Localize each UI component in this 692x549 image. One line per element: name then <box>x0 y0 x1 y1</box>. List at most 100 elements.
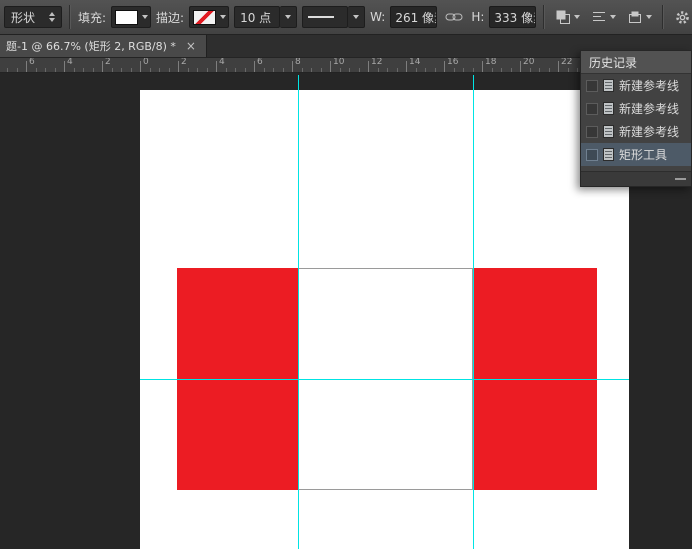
path-operations-button[interactable] <box>552 7 583 27</box>
chevron-down-icon <box>574 15 580 19</box>
vertical-guide[interactable] <box>473 75 474 549</box>
history-panel-bottom-bar <box>581 171 691 186</box>
history-state-icon <box>603 102 614 115</box>
ruler-tick <box>558 61 559 72</box>
link-dimensions-button[interactable] <box>442 10 466 24</box>
ruler-tick <box>530 68 531 72</box>
stroke-none-swatch <box>193 10 216 25</box>
stroke-type-field[interactable] <box>302 6 348 28</box>
ruler-tick <box>131 68 132 72</box>
path-alignment-button[interactable] <box>588 7 619 27</box>
ruler-tick <box>169 68 170 72</box>
ruler-tick <box>444 61 445 72</box>
height-value: 333 像素 <box>494 9 536 26</box>
ruler-tick <box>397 68 398 72</box>
height-input[interactable]: 333 像素 <box>489 6 536 28</box>
history-source-well[interactable] <box>586 126 598 138</box>
history-source-well[interactable] <box>586 149 598 161</box>
chevron-down-icon <box>142 15 148 19</box>
ruler-tick <box>178 61 179 72</box>
ruler-tick <box>511 68 512 72</box>
ruler-tick <box>520 61 521 72</box>
path-operations-icon <box>555 9 571 25</box>
ruler-tick <box>83 68 84 72</box>
ruler-tick <box>45 68 46 72</box>
ruler-number: 22 <box>561 57 572 67</box>
ruler-number: 16 <box>447 57 458 67</box>
history-state-icon <box>603 125 614 138</box>
ruler-tick <box>36 68 37 72</box>
stroke-width-value: 10 点 <box>240 9 271 26</box>
ruler-tick <box>378 68 379 72</box>
stroke-width-dropdown-button[interactable] <box>280 6 297 28</box>
stroke-width-field[interactable]: 10 点 <box>234 6 280 28</box>
ruler-tick <box>226 68 227 72</box>
horizontal-guide[interactable] <box>140 379 629 380</box>
stroke-type-dropdown-button[interactable] <box>348 6 365 28</box>
path-alignment-icon <box>591 9 607 25</box>
ruler-tick <box>159 68 160 72</box>
fill-label: 填充: <box>78 9 106 26</box>
ruler-tick <box>454 68 455 72</box>
history-state-icon <box>603 79 614 92</box>
document-tab[interactable]: 题-1 @ 66.7% (矩形 2, RGB/8) * × <box>0 35 207 57</box>
history-item[interactable]: 矩形工具 <box>581 143 691 166</box>
ruler-tick <box>254 61 255 72</box>
tab-close-button[interactable]: × <box>186 40 196 52</box>
stroke-color-button[interactable] <box>189 6 229 28</box>
ruler-number: 12 <box>371 57 382 67</box>
ruler-tick <box>311 68 312 72</box>
history-source-well[interactable] <box>586 80 598 92</box>
ruler-tick <box>102 61 103 72</box>
ruler-tick <box>74 68 75 72</box>
fill-color-button[interactable] <box>111 6 151 28</box>
shape-settings-button[interactable] <box>671 7 692 28</box>
history-item[interactable]: 新建参考线 <box>581 74 691 97</box>
history-panel: 历史记录 新建参考线 新建参考线 新建参考线 矩形工具 <box>580 50 692 187</box>
ruler-number: 10 <box>333 57 344 67</box>
ruler-tick <box>435 68 436 72</box>
ruler-tick <box>121 68 122 72</box>
history-panel-header[interactable]: 历史记录 <box>581 51 691 74</box>
chevron-down-icon <box>220 15 226 19</box>
history-item[interactable]: 新建参考线 <box>581 97 691 120</box>
ruler-number: 2 <box>105 57 111 67</box>
ruler-number: 20 <box>523 57 534 67</box>
width-label: W: <box>370 10 385 24</box>
history-item-label: 矩形工具 <box>619 146 667 163</box>
ruler-tick <box>235 68 236 72</box>
options-bar: 形状 填充: 描边: 10 点 <box>0 0 692 35</box>
vertical-guide[interactable] <box>298 75 299 549</box>
photoshop-window: 形状 填充: 描边: 10 点 <box>0 0 692 549</box>
ruler-tick <box>473 68 474 72</box>
updown-arrows-icon <box>49 12 55 22</box>
gear-icon <box>674 9 691 26</box>
separator <box>543 5 545 29</box>
document-tab-title: 题-1 @ 66.7% (矩形 2, RGB/8) * <box>6 38 176 54</box>
ruler-tick <box>549 68 550 72</box>
history-item[interactable]: 新建参考线 <box>581 120 691 143</box>
ruler-tick <box>150 68 151 72</box>
ruler-tick <box>17 68 18 72</box>
resize-grip[interactable] <box>675 178 686 180</box>
path-arrangement-icon <box>627 9 643 25</box>
ruler-number: 6 <box>257 57 263 67</box>
ruler-tick <box>216 61 217 72</box>
ruler-tick <box>292 61 293 72</box>
ruler-tick <box>264 68 265 72</box>
history-source-well[interactable] <box>586 103 598 115</box>
ruler-tick <box>140 61 141 72</box>
ruler-tick <box>349 68 350 72</box>
ruler-tick <box>64 61 65 72</box>
ruler-tick <box>368 61 369 72</box>
separator <box>69 5 71 29</box>
ruler-tick <box>416 68 417 72</box>
history-list: 新建参考线 新建参考线 新建参考线 矩形工具 <box>581 74 691 171</box>
link-icon <box>445 12 463 22</box>
width-input[interactable]: 261 像素 <box>390 6 437 28</box>
path-arrangement-button[interactable] <box>624 7 655 27</box>
history-item-label: 新建参考线 <box>619 77 679 94</box>
tool-mode-select[interactable]: 形状 <box>4 6 62 28</box>
ruler-tick <box>55 68 56 72</box>
ruler-tick <box>406 61 407 72</box>
